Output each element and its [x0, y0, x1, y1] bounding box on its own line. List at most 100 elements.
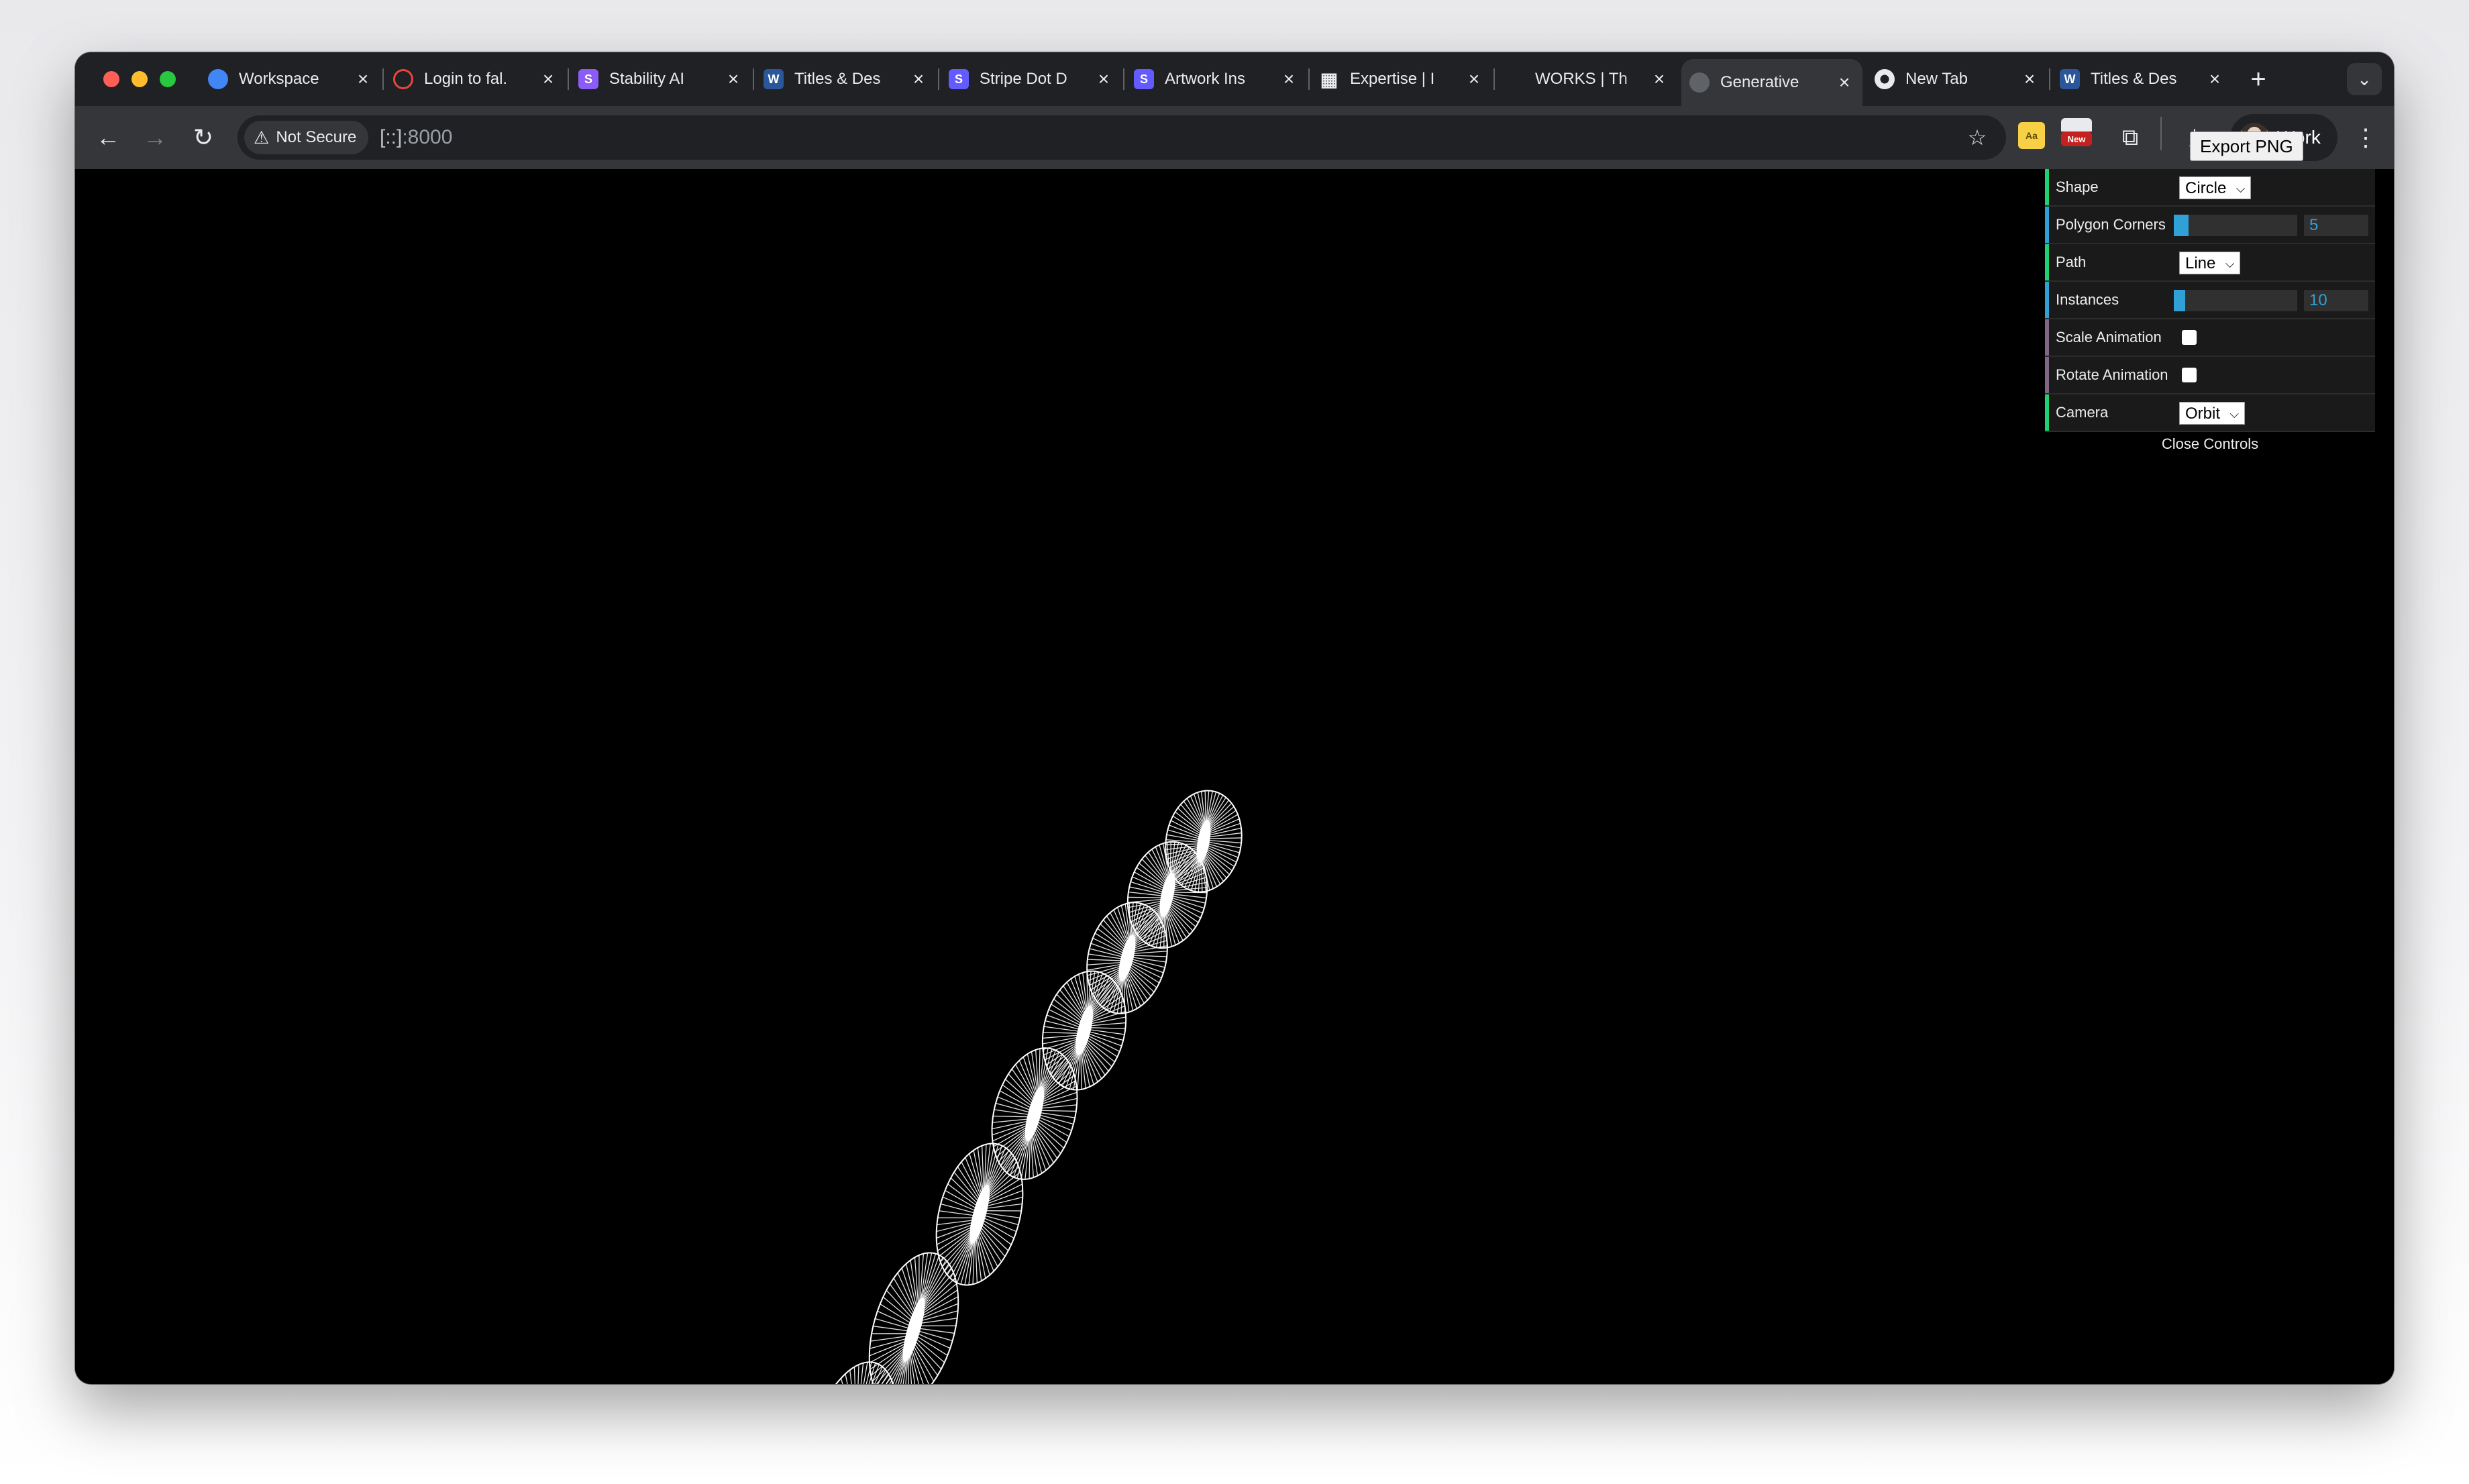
- control-label: Scale Animation: [2056, 329, 2162, 346]
- control-stripe: [2045, 169, 2049, 205]
- tab-10[interactable]: New Tab ×: [1867, 58, 2048, 101]
- new-tab-button[interactable]: +: [2241, 62, 2276, 97]
- tab-title: WORKS | Th: [1535, 70, 1628, 88]
- extensions-puzzle-icon[interactable]: ⧉: [2111, 118, 2150, 157]
- address-bar[interactable]: ⚠ Not Secure [::]:8000 ☆: [238, 115, 2006, 160]
- control-label: Shape: [2056, 178, 2099, 195]
- chevron-down-icon: ⌵: [2229, 407, 2240, 421]
- tab-title: Generative: [1720, 73, 1799, 91]
- tab-separator: [1123, 68, 1124, 90]
- control-label: Camera: [2056, 404, 2109, 421]
- close-window-button[interactable]: [103, 71, 119, 87]
- close-controls-button[interactable]: Close Controls: [2045, 432, 2375, 456]
- tab-2[interactable]: Login to fal. ×: [385, 58, 566, 101]
- browser-window: Workspace × Login to fal. × S Stability AI × W T…: [75, 52, 2394, 1384]
- control-label: Polygon Corners: [2056, 216, 2166, 233]
- select-value: Line: [2185, 254, 2216, 272]
- control-shape: Shape Circle ⌵: [2045, 169, 2375, 207]
- control-polygon-corners: Polygon Corners 5: [2045, 207, 2375, 244]
- tab-3[interactable]: S Stability AI ×: [570, 58, 751, 101]
- control-camera: Camera Orbit ⌵: [2045, 394, 2375, 432]
- stability-favicon-icon: S: [578, 69, 598, 89]
- control-stripe: [2045, 319, 2049, 356]
- tab-close-icon[interactable]: ×: [1094, 68, 1114, 90]
- tab-separator: [1493, 68, 1495, 90]
- bookmark-star-icon[interactable]: ☆: [1960, 121, 1994, 154]
- new-badge-extension-icon[interactable]: New: [2061, 131, 2092, 146]
- tab-close-icon[interactable]: ×: [2019, 68, 2040, 90]
- tab-close-icon[interactable]: ×: [723, 68, 743, 90]
- browser-menu-icon[interactable]: ⋮: [2351, 118, 2380, 157]
- tab-separator: [938, 68, 939, 90]
- tab-search-button[interactable]: ⌄: [2347, 63, 2382, 95]
- minimize-window-button[interactable]: [132, 71, 148, 87]
- tab-title: Stability AI: [609, 70, 685, 88]
- tab-6[interactable]: S Artwork Ins ×: [1126, 58, 1307, 101]
- tab-4[interactable]: W Titles & Des ×: [755, 58, 937, 101]
- select-value: Orbit: [2185, 405, 2221, 423]
- tab-1[interactable]: Workspace ×: [200, 58, 381, 101]
- tab-title: Login to fal.: [424, 70, 508, 88]
- polygon-corners-slider[interactable]: [2174, 215, 2297, 236]
- control-label: Instances: [2056, 291, 2119, 308]
- workspace-favicon-icon: [208, 69, 228, 89]
- tab-separator: [568, 68, 569, 90]
- control-stripe: [2045, 207, 2049, 243]
- rotate-animation-checkbox[interactable]: [2182, 368, 2197, 382]
- url-port: :8000: [402, 126, 453, 148]
- fal-favicon-icon: [393, 69, 413, 89]
- url-text[interactable]: [::]:8000: [380, 115, 452, 160]
- tab-9[interactable]: Generative ×: [1681, 59, 1862, 106]
- control-rotate-animation: Rotate Animation: [2045, 357, 2375, 394]
- tab-separator: [2049, 68, 2050, 90]
- grid-favicon-icon: ▦: [1320, 68, 1338, 90]
- tab-close-icon[interactable]: ×: [1834, 72, 1854, 93]
- instances-slider[interactable]: [2174, 290, 2297, 311]
- back-button[interactable]: ←: [89, 118, 127, 157]
- camera-select[interactable]: Orbit ⌵: [2179, 402, 2246, 425]
- toolbar: ← → ↻ ⚠ Not Secure [::]:8000 ☆ Aa New ⧉ …: [75, 106, 2394, 169]
- tab-close-icon[interactable]: ×: [908, 68, 929, 90]
- security-label: Not Secure: [276, 128, 357, 146]
- page-viewport: Shape Circle ⌵ Polygon Corners 5 Path Line ⌵ Ins…: [75, 169, 2394, 1384]
- control-label: Rotate Animation: [2056, 366, 2168, 383]
- warning-icon: ⚠: [254, 127, 270, 148]
- path-select[interactable]: Line ⌵: [2179, 252, 2241, 274]
- tab-title: Expertise | I: [1350, 70, 1435, 88]
- slider-fill: [2174, 215, 2189, 236]
- blank-favicon-icon: [1504, 69, 1524, 89]
- slider-fill: [2174, 290, 2185, 311]
- tab-close-icon[interactable]: ×: [1464, 68, 1484, 90]
- shape-select[interactable]: Circle ⌵: [2179, 176, 2252, 199]
- chrome-favicon-icon: [1875, 69, 1895, 89]
- tab-8[interactable]: WORKS | Th ×: [1496, 58, 1677, 101]
- forward-button[interactable]: →: [136, 118, 174, 157]
- reload-button[interactable]: ↻: [184, 118, 223, 157]
- tab-close-icon[interactable]: ×: [353, 68, 373, 90]
- dictionary-extension-icon[interactable]: Aa: [2018, 122, 2045, 149]
- chevron-down-icon: ⌵: [2236, 182, 2246, 195]
- control-stripe: [2045, 282, 2049, 318]
- control-path: Path Line ⌵: [2045, 244, 2375, 282]
- tab-close-icon[interactable]: ×: [1649, 68, 1669, 90]
- export-png-button[interactable]: Export PNG: [2190, 131, 2303, 161]
- maximize-window-button[interactable]: [160, 71, 176, 87]
- polygon-corners-number-input[interactable]: 5: [2304, 215, 2368, 236]
- tab-close-icon[interactable]: ×: [2205, 68, 2225, 90]
- tab-title: New Tab: [1905, 70, 1968, 88]
- security-chip[interactable]: ⚠ Not Secure: [244, 121, 369, 154]
- toolbar-divider: [2160, 117, 2162, 150]
- tab-close-icon[interactable]: ×: [538, 68, 558, 90]
- scale-animation-checkbox[interactable]: [2182, 330, 2197, 345]
- tab-7[interactable]: ▦ Expertise | I ×: [1311, 58, 1492, 101]
- tab-11[interactable]: W Titles & Des ×: [2052, 58, 2233, 101]
- tab-close-icon[interactable]: ×: [1279, 68, 1299, 90]
- control-label: Path: [2056, 254, 2087, 270]
- instances-number-input[interactable]: 10: [2304, 290, 2368, 311]
- tab-separator: [382, 68, 384, 90]
- url-host: [::]: [380, 126, 403, 148]
- tab-5[interactable]: S Stripe Dot D ×: [941, 58, 1122, 101]
- tab-strip: Workspace × Login to fal. × S Stability AI × W T…: [75, 52, 2394, 106]
- tab-title: Titles & Des: [2091, 70, 2177, 88]
- controls-panel: Shape Circle ⌵ Polygon Corners 5 Path Line ⌵ Ins…: [2045, 169, 2375, 456]
